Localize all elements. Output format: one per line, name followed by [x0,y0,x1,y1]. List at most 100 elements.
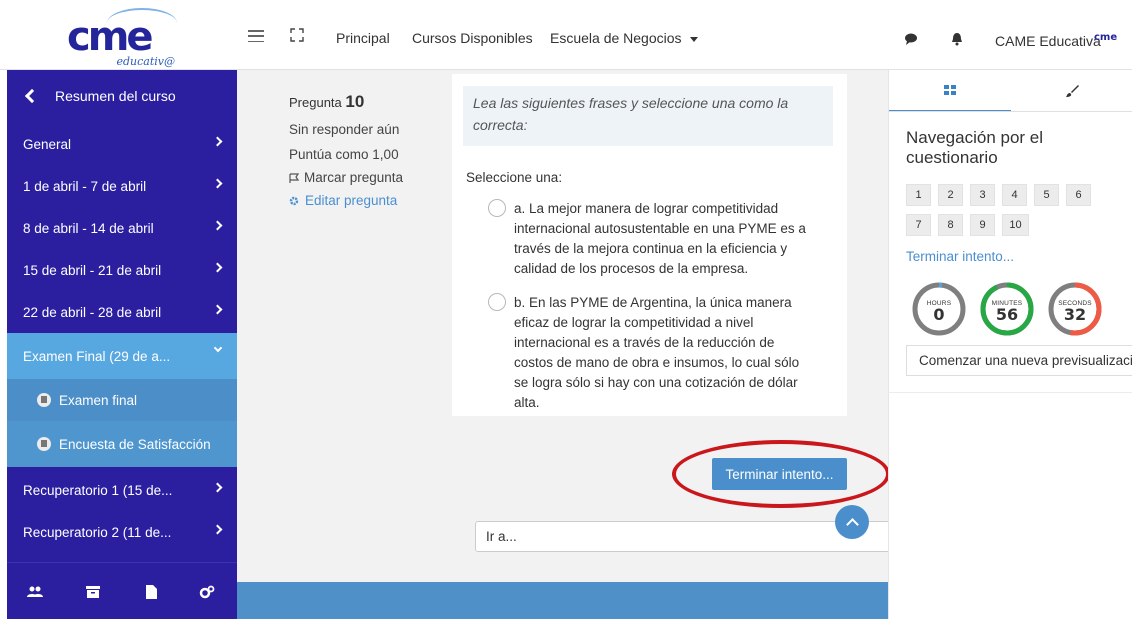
sidebar-item-label: Recuperatorio 1 (15 de... [23,482,173,498]
bell-icon[interactable] [950,32,964,46]
question-number: Pregunta 10 [289,92,439,112]
nav-dropdown-label: Escuela de Negocios [550,30,682,46]
logo[interactable]: cme educativ@ [7,8,237,70]
timer-minutes: MINUTES 56 [980,282,1034,336]
timer-hours: HOURS 0 [912,282,966,336]
tab-quiz-navigation[interactable] [889,70,1011,112]
sidebar-item-label: 1 de abril - 7 de abril [23,178,147,194]
sidebar-item-label: Encuesta de Satisfacción [59,436,211,452]
sidebar-item-label: 22 de abril - 28 de abril [23,304,162,320]
grid-icon [944,85,956,95]
chevron-right-icon [212,220,223,231]
chevron-right-icon [212,136,223,147]
document-icon [37,393,51,407]
question-label: Pregunta [289,95,342,110]
course-sidebar: Resumen del curso General 1 de abril - 7… [7,70,237,619]
gears-icon[interactable] [199,585,215,599]
users-icon[interactable] [27,585,43,599]
sidebar-item-final-exam[interactable]: Examen final [7,379,237,421]
question-nav-button[interactable]: 6 [1066,184,1091,206]
sidebar-item-label: General [23,136,72,152]
sidebar-item-label: Resumen del curso [55,88,176,104]
avatar[interactable]: cme [1094,32,1117,43]
nav-dropdown-escuela[interactable]: Escuela de Negocios [550,30,698,46]
sidebar-item-label: Examen Final (29 de a... [23,348,171,364]
scroll-to-top-button[interactable] [835,505,869,539]
chevron-down-icon [213,343,223,353]
start-new-preview-button[interactable]: Comenzar una nueva previsualización [906,345,1132,376]
tab-divider [888,111,1132,112]
sidebar-item-final-exam-section[interactable]: Examen Final (29 de a... [7,333,237,379]
question-prompt: Lea las siguientes frases y seleccione u… [463,86,833,146]
sidebar-item-week-3[interactable]: 15 de abril - 21 de abril [7,249,237,291]
question-nav-button-current[interactable]: 10 [1002,214,1029,236]
edit-question-label: Editar pregunta [305,193,398,208]
answer-option-text: b. En las PYME de Argentina, la única ma… [514,295,800,410]
timer-ring [980,282,1034,336]
timer-ring [1048,282,1102,336]
chevron-right-icon [212,482,223,493]
radio-option-b[interactable] [488,293,506,311]
sidebar-item-week-4[interactable]: 22 de abril - 28 de abril [7,291,237,333]
question-number-value: 10 [345,92,365,111]
question-nav-button[interactable]: 3 [970,184,995,206]
flag-icon [289,172,299,183]
tab-appearance[interactable] [1011,70,1132,112]
footer-band [237,582,888,619]
question-nav-button[interactable]: 2 [938,184,963,206]
question-nav-button[interactable]: 5 [1034,184,1059,206]
finish-attempt-link[interactable]: Terminar intento... [906,249,1014,264]
question-nav-button[interactable]: 1 [906,184,931,206]
flag-question-label: Marcar pregunta [304,170,404,185]
sidebar-item-week-2[interactable]: 8 de abril - 14 de abril [7,207,237,249]
archive-icon[interactable] [85,585,101,599]
chevron-right-icon [212,524,223,535]
chevron-right-icon [212,178,223,189]
logo-subtext: educativ@ [116,55,175,68]
brush-icon [1066,85,1079,97]
question-info-panel: Pregunta 10 Sin responder aún Puntúa com… [289,92,439,208]
sidebar-item-week-1[interactable]: 1 de abril - 7 de abril [7,165,237,207]
hamburger-icon[interactable] [248,30,264,42]
user-menu[interactable]: CAME Educativa [995,33,1101,49]
question-nav-button[interactable]: 4 [1002,184,1027,206]
fullscreen-icon[interactable] [290,28,304,42]
sidebar-item-label: 8 de abril - 14 de abril [23,220,154,236]
chevron-up-icon [845,518,859,531]
edit-question-link[interactable]: Editar pregunta [289,193,439,208]
sidebar-item-label: Recuperatorio 2 (11 de... [23,524,172,540]
timer-ring [912,282,966,336]
flag-question-link[interactable]: Marcar pregunta [289,170,439,185]
quiz-navigation-title: Navegación por el cuestionario [906,128,1044,167]
gear-icon [289,196,299,205]
sidebar-item-general[interactable]: General [7,123,237,165]
answer-option-a[interactable]: a. La mejor manera de lograr competitivi… [488,199,818,279]
file-icon[interactable] [143,585,159,599]
chat-icon[interactable] [904,32,918,46]
select-one-label: Seleccione una: [466,170,563,185]
back-chevron-icon [24,88,40,104]
answer-option-text: a. La mejor manera de lograr competitivi… [514,201,806,276]
sidebar-item-label: 15 de abril - 21 de abril [23,262,162,278]
radio-option-a[interactable] [488,199,506,217]
question-nav-button[interactable]: 9 [970,214,995,236]
nav-link-principal[interactable]: Principal [336,30,390,46]
question-nav-button[interactable]: 7 [906,214,931,236]
question-score: Puntúa como 1,00 [289,147,399,162]
sidebar-item-retake-1[interactable]: Recuperatorio 1 (15 de... [7,469,237,511]
logo-mark: cme educativ@ [67,8,177,68]
sidebar-item-label: Examen final [59,392,138,408]
sidebar-item-retake-2[interactable]: Recuperatorio 2 (11 de... [7,511,237,553]
finish-attempt-button[interactable]: Terminar intento... [712,458,847,490]
question-nav-button[interactable]: 8 [938,214,963,236]
document-icon [37,437,51,451]
chevron-right-icon [212,262,223,273]
question-status: Sin responder aún [289,122,400,137]
panel-divider [888,392,1132,393]
answer-option-b[interactable]: b. En las PYME de Argentina, la única ma… [488,293,818,413]
nav-link-cursos[interactable]: Cursos Disponibles [412,30,533,46]
sidebar-item-satisfaction-survey[interactable]: Encuesta de Satisfacción [7,421,237,467]
sidebar-footer [7,562,237,619]
sidebar-back-course-summary[interactable]: Resumen del curso [7,75,237,117]
caret-down-icon [689,36,698,42]
